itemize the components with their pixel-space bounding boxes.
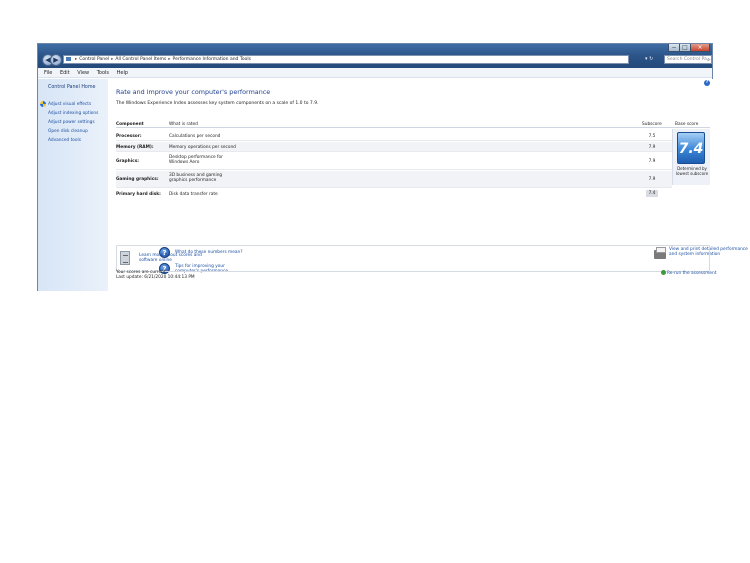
subscore-value: 7.9 [648,177,656,182]
forward-button[interactable]: ▶ [50,54,62,66]
search-icon[interactable]: ⌕ [707,56,710,63]
base-score-badge: 7.4 [677,132,705,164]
header-what-is-rated: What is rated [169,122,198,127]
rerun-assessment-link[interactable]: Re-run the assessment [661,270,716,276]
subscore-value: 7.9 [648,145,656,150]
shield-icon [40,101,46,107]
breadcrumb-control-panel[interactable]: Control Panel [79,57,109,62]
component-label: Memory (RAM): [116,145,154,150]
score-table: Component What is rated Subscore Base sc… [116,119,710,241]
menu-file[interactable]: File [44,70,52,76]
subscore-value: 7.4 [646,190,658,197]
base-score-box: 7.4 Determined by lowest subscore [672,129,710,185]
what-is-rated: Disk data transfer rate [169,192,218,197]
search-input[interactable]: Search Control Pa... ⌕ [664,55,712,64]
table-row-hard-disk: Primary hard disk: Disk data transfer ra… [116,189,672,199]
rerun-icon [661,270,666,275]
header-component: Component [116,122,144,127]
component-label: Primary hard disk: [116,192,161,197]
what-is-rated: Desktop performance for Windows Aero [169,155,223,166]
table-row-gaming-graphics: Gaming graphics: 3D business and gaming … [116,171,672,188]
component-label: Gaming graphics: [116,177,159,182]
page-title: Rate and improve your computer's perform… [116,88,271,96]
menu-bar: File Edit View Tools Help [38,68,712,78]
subscore-value: 7.9 [648,159,656,164]
help-icon[interactable]: ? [704,80,710,86]
adjust-indexing-options-link[interactable]: Adjust indexing options [48,111,98,116]
component-label: Processor: [116,134,142,139]
learn-more-panel: Learn more about scores and software onl… [116,245,710,272]
menu-edit[interactable]: Edit [60,70,70,76]
table-row-processor: Processor: Calculations per second 7.5 [116,131,672,141]
search-placeholder: Search Control Pa... [667,57,712,62]
last-update-text: Last update: 6/21/2020 10:44:13 PM [116,275,195,281]
learn-more-link[interactable]: Learn more about scores and software onl… [139,253,219,264]
document-icon [120,251,130,265]
what-is-rated: 3D business and gaming graphics performa… [169,173,223,184]
open-disk-cleanup-link[interactable]: Open disk cleanup [48,129,88,134]
title-bar: − □ × ◀ ▶ ▸ Control Panel ▸ All Control Pan… [38,44,712,68]
base-score-caption: Determined by lowest subscore [675,166,709,176]
control-panel-home-link[interactable]: Control Panel Home [48,85,96,90]
table-row-memory: Memory (RAM): Memory operations per seco… [116,142,672,152]
adjust-visual-effects-link[interactable]: Adjust visual effects [48,102,91,107]
menu-help[interactable]: Help [117,70,128,76]
subscore-value: 7.5 [648,134,656,139]
header-subscore: Subscore [642,122,662,127]
breadcrumb-performance[interactable]: Performance Information and Tools [173,57,251,62]
menu-tools[interactable]: Tools [97,70,109,76]
left-navigation-pane: Control Panel Home Adjust visual effects… [38,79,108,291]
refresh-icon[interactable]: ▾ ↻ [645,55,653,64]
rerun-label: Re-run the assessment [667,271,717,276]
header-base-score: Base score [675,122,699,127]
page-description: The Windows Experience Index assesses ke… [116,101,319,106]
table-header: Component What is rated Subscore Base sc… [116,119,710,128]
performance-window: − □ × ◀ ▶ ▸ Control Panel ▸ All Control Pan… [37,43,748,291]
breadcrumb-all-items[interactable]: All Control Panel Items [115,57,166,62]
control-panel-icon [66,56,71,61]
what-is-rated: Calculations per second [169,134,221,139]
menu-view[interactable]: View [77,70,89,76]
status-text: Your scores are current Last update: 6/2… [116,270,195,281]
advanced-tools-link[interactable]: Advanced tools [48,138,81,143]
what-is-rated: Memory operations per second [169,145,236,150]
close-button[interactable]: × [690,44,710,52]
table-row-graphics: Graphics: Desktop performance for Window… [116,153,672,170]
component-label: Graphics: [116,159,139,164]
caption-buttons: − □ × [668,44,710,52]
address-bar[interactable]: ▸ Control Panel ▸ All Control Panel Items ▸ P… [63,55,629,64]
adjust-power-settings-link[interactable]: Adjust power settings [48,120,95,125]
